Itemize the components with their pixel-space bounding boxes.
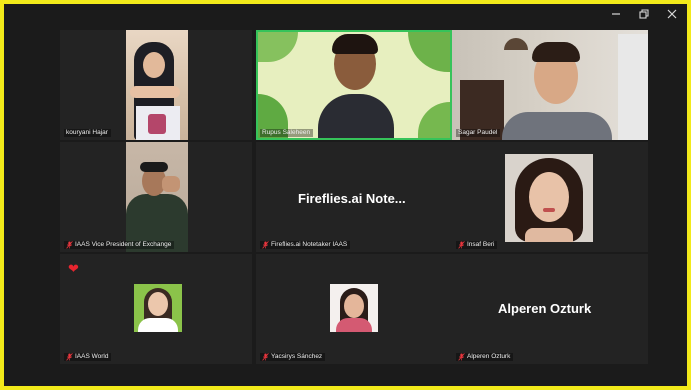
participant-tile[interactable]: Alperen Ozturk Alperen Ozturk: [452, 254, 648, 364]
participant-name-label: Sagar Paudel: [456, 129, 501, 137]
participant-video: [452, 30, 648, 140]
participant-name-label: Yacsirys Sánchez: [260, 353, 326, 361]
participant-name-label: Alperen Ozturk: [456, 353, 514, 361]
participant-tile[interactable]: kouryani Hajar: [60, 30, 252, 140]
participant-display-name: Alperen Ozturk: [498, 301, 592, 316]
participant-tile[interactable]: Fireflies.ai Note... Fireflies.ai Noteta…: [256, 142, 452, 252]
participant-tile[interactable]: Sagar Paudel: [452, 30, 648, 140]
participant-name-label: Fireflies.ai Notetaker IAAS: [260, 241, 351, 249]
microphone-muted-icon: [66, 353, 73, 361]
microphone-muted-icon: [262, 241, 269, 249]
participant-avatar: [330, 284, 378, 332]
participant-video: [258, 32, 450, 138]
participant-tile[interactable]: Yacsirys Sánchez: [256, 254, 452, 364]
participant-tile[interactable]: ❤ IAAS World: [60, 254, 252, 364]
heart-reaction-icon: ❤: [68, 261, 79, 276]
microphone-muted-icon: [262, 353, 269, 361]
participant-name-label: kouryani Hajar: [64, 129, 111, 137]
participant-tile[interactable]: IAAS Vice President of Exchange: [60, 142, 252, 252]
participant-video: [126, 142, 188, 252]
microphone-muted-icon: [458, 241, 465, 249]
microphone-muted-icon: [458, 353, 465, 361]
microphone-muted-icon: [66, 241, 73, 249]
gallery-grid: kouryani Hajar Rupus Saleheen Sagar Paud…: [60, 30, 648, 364]
participant-tile-active-speaker[interactable]: Rupus Saleheen: [256, 30, 452, 140]
participant-name-label: Rupus Saleheen: [260, 129, 314, 137]
restore-icon[interactable]: [637, 6, 651, 22]
close-icon[interactable]: [665, 6, 679, 22]
participant-avatar: [134, 284, 182, 332]
participant-name-label: IAAS Vice President of Exchange: [64, 241, 175, 249]
zoom-meeting-window: kouryani Hajar Rupus Saleheen Sagar Paud…: [4, 4, 687, 386]
participant-name-label: Insaf Beri: [456, 241, 498, 249]
participant-video: [505, 154, 593, 242]
participant-video: [126, 30, 188, 140]
participant-display-name: Fireflies.ai Note...: [298, 191, 406, 206]
participant-tile[interactable]: Insaf Beri: [452, 142, 648, 252]
window-controls: [609, 6, 679, 22]
minimize-icon[interactable]: [609, 6, 623, 22]
participant-name-label: IAAS World: [64, 353, 112, 361]
